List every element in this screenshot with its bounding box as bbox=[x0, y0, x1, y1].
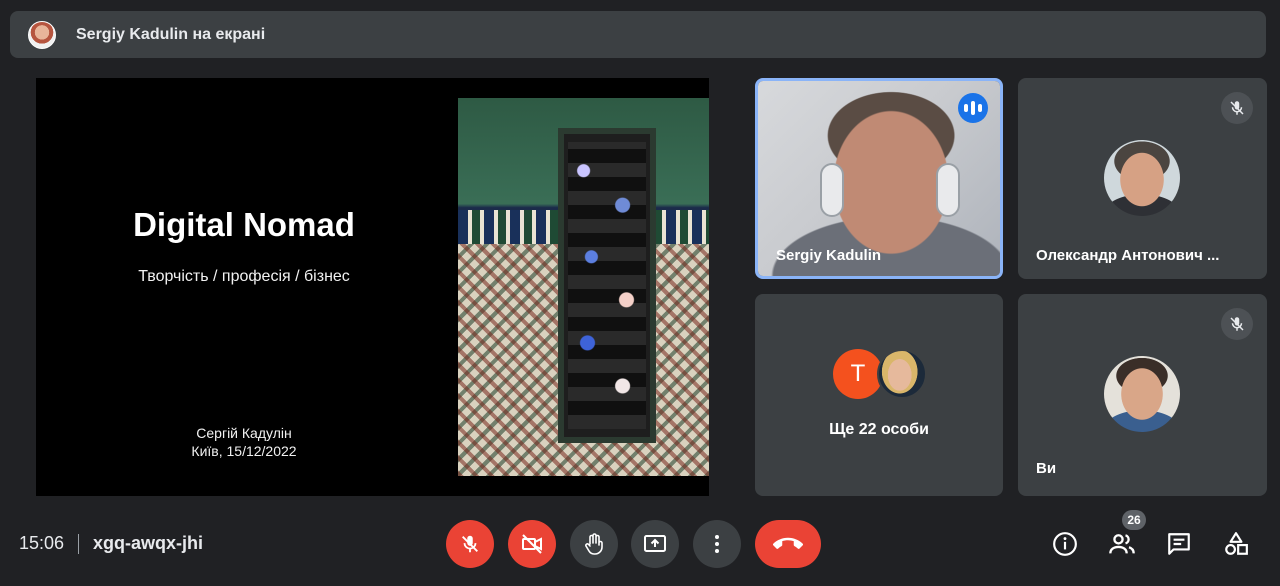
slide-title: Digital Nomad bbox=[133, 206, 355, 243]
participants-count-badge: 26 bbox=[1122, 510, 1146, 530]
mic-toggle-button[interactable] bbox=[446, 520, 494, 568]
activities-button[interactable] bbox=[1219, 527, 1253, 561]
presentation-screen: Digital Nomad Творчість / професія / біз… bbox=[36, 78, 709, 496]
present-screen-icon bbox=[644, 535, 666, 552]
present-button[interactable] bbox=[631, 520, 679, 568]
activities-icon bbox=[1225, 532, 1248, 555]
more-options-button[interactable] bbox=[693, 520, 741, 568]
mic-off-icon bbox=[1221, 92, 1253, 124]
participant-name: Sergiy Kadulin bbox=[776, 247, 882, 264]
chat-icon bbox=[1168, 533, 1190, 555]
chat-button[interactable] bbox=[1162, 527, 1196, 561]
people-button[interactable] bbox=[1105, 527, 1139, 561]
mic-off-icon bbox=[1221, 308, 1253, 340]
raise-hand-button[interactable] bbox=[570, 520, 618, 568]
slide-place-date: Київ, 15/12/2022 bbox=[191, 443, 297, 459]
slide-subtitle: Творчість / професія / бізнес bbox=[138, 268, 350, 285]
mic-off-icon bbox=[462, 535, 478, 553]
more-vert-icon bbox=[715, 535, 719, 553]
leave-call-button[interactable] bbox=[755, 520, 821, 568]
avatar bbox=[877, 349, 927, 399]
participant-tile-1[interactable]: Олександр Антонович ... bbox=[1018, 78, 1267, 279]
people-icon bbox=[1109, 534, 1135, 554]
raise-hand-icon bbox=[585, 533, 603, 555]
others-count-label: Ще 22 особи bbox=[829, 421, 929, 438]
avatar bbox=[1104, 356, 1180, 432]
meeting-details-button[interactable] bbox=[1048, 527, 1082, 561]
slide-author: Сергій Кадулін bbox=[196, 425, 292, 441]
group-avatars: T bbox=[833, 349, 929, 399]
call-end-icon bbox=[773, 537, 803, 549]
participant-name: Ви bbox=[1036, 460, 1057, 477]
meeting-code: xgq-awqx-jhi bbox=[93, 533, 204, 553]
videocam-off-icon bbox=[522, 534, 542, 554]
info-icon bbox=[1053, 532, 1077, 556]
slide-photo bbox=[458, 98, 709, 476]
meeting-details: 15:06 xgq-awqx-jhi bbox=[19, 533, 203, 554]
camera-toggle-button[interactable] bbox=[508, 520, 556, 568]
presenter-avatar bbox=[28, 20, 56, 49]
participant-tile-presenter[interactable]: Sergiy Kadulin bbox=[755, 78, 1003, 279]
avatar bbox=[1104, 140, 1180, 216]
participant-tile-self[interactable]: Ви bbox=[1018, 294, 1267, 496]
speaking-indicator-icon bbox=[958, 93, 988, 123]
participant-name: Олександр Антонович ... bbox=[1036, 247, 1220, 264]
presenting-banner-text: Sergiy Kadulin на екрані bbox=[76, 25, 266, 43]
others-tile[interactable]: T Ще 22 особи bbox=[755, 294, 1003, 496]
clock: 15:06 bbox=[19, 533, 65, 553]
avatar-letter: T bbox=[833, 349, 883, 399]
slide-author-block: Сергій Кадулін Київ, 15/12/2022 bbox=[36, 424, 452, 460]
presenting-banner: Sergiy Kadulin на екрані bbox=[10, 11, 1266, 58]
